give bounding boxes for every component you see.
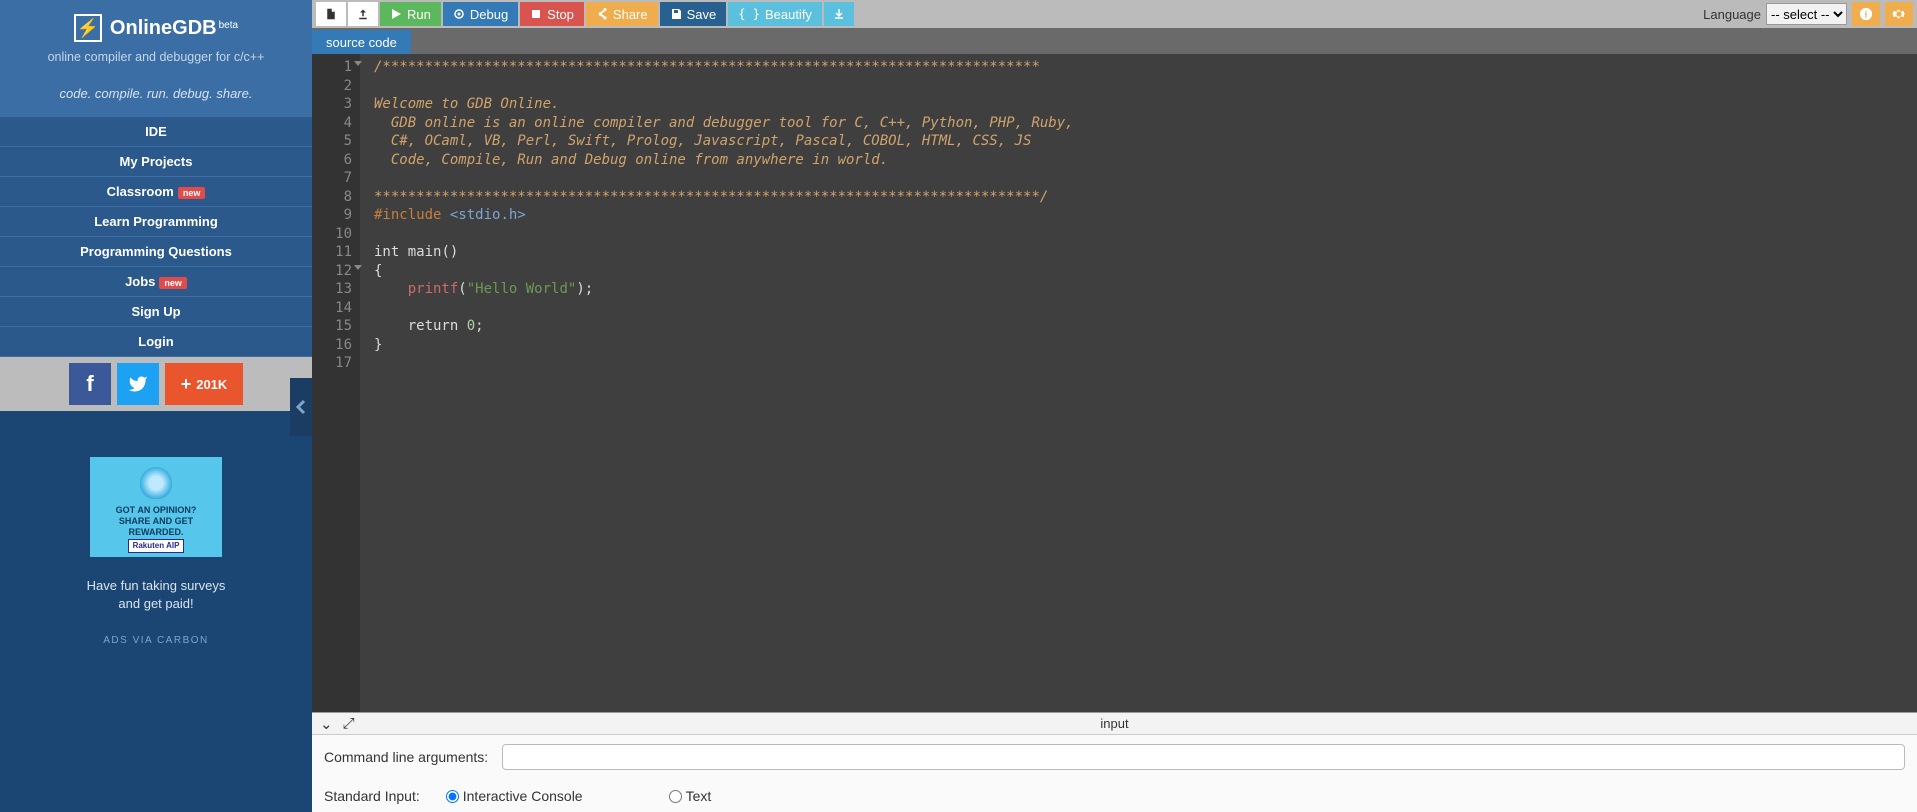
brand-row: ⚡ OnlineGDBbeta [0, 0, 312, 48]
cmdline-input[interactable] [502, 744, 1905, 770]
stdin-label: Standard Input: [324, 788, 420, 804]
main-area: Run Debug Stop Share Save { }Beautify [312, 0, 1917, 812]
brand-tagline: code. compile. run. debug. share. [0, 74, 312, 117]
input-panel-header: ⌄ ⤢ input [312, 713, 1917, 735]
panel-collapse-icon[interactable]: ⌄ [320, 715, 333, 733]
editor-gutter: 1234567891011121314151617 [312, 54, 360, 712]
code-editor[interactable]: 1234567891011121314151617 /*************… [312, 54, 1917, 712]
social-row: f +201K [0, 357, 312, 411]
sidebar-item-signup[interactable]: Sign Up [0, 297, 312, 327]
code-area[interactable]: /***************************************… [360, 54, 1917, 712]
stdin-text-radio[interactable] [669, 790, 682, 803]
editor-tabbar: source code [312, 28, 1917, 54]
language-label: Language [1703, 7, 1761, 22]
new-file-button[interactable] [316, 2, 346, 26]
language-selector: Language -- select -- [1703, 3, 1847, 25]
save-button[interactable]: Save [660, 2, 727, 26]
run-button[interactable]: Run [380, 2, 441, 26]
sidebar-item-myprojects[interactable]: My Projects [0, 147, 312, 177]
logo-icon: ⚡ [74, 14, 102, 42]
ad-brand: Rakuten AIP [128, 539, 185, 553]
carbon-ad[interactable]: GOT AN OPINION? SHARE AND GET REWARDED. … [90, 457, 222, 557]
facebook-button[interactable]: f [69, 363, 111, 405]
lightbulb-icon [140, 467, 172, 499]
twitter-button[interactable] [117, 363, 159, 405]
toolbar: Run Debug Stop Share Save { }Beautify [312, 0, 1917, 28]
cmdline-label: Command line arguments: [324, 749, 488, 765]
beautify-button[interactable]: { }Beautify [728, 2, 822, 26]
sidebar: ⚡ OnlineGDBbeta online compiler and debu… [0, 0, 312, 812]
svg-text:i: i [1865, 10, 1867, 20]
stdin-interactive-option[interactable]: Interactive Console [446, 788, 583, 804]
ad-subheadline: SHARE AND GET REWARDED. [94, 516, 218, 538]
sidebar-item-questions[interactable]: Programming Questions [0, 237, 312, 267]
side-nav: IDE My Projects Classroomnew Learn Progr… [0, 117, 312, 357]
brand-name: OnlineGDBbeta [110, 17, 238, 40]
sidebar-item-jobs[interactable]: Jobsnew [0, 267, 312, 297]
language-select[interactable]: -- select -- [1766, 3, 1847, 25]
sidebar-item-login[interactable]: Login [0, 327, 312, 357]
brand-subtitle: online compiler and debugger for c/c++ [0, 48, 312, 74]
collapse-sidebar-button[interactable] [290, 378, 312, 436]
stdin-interactive-radio[interactable] [446, 790, 459, 803]
input-panel-title: input [1100, 716, 1128, 731]
info-button[interactable]: i [1852, 2, 1880, 26]
cmdline-row: Command line arguments: [312, 735, 1917, 776]
tab-source-code[interactable]: source code [312, 30, 411, 54]
addthis-share-button[interactable]: +201K [165, 363, 243, 405]
upload-button[interactable] [348, 2, 378, 26]
carbon-attribution[interactable]: ADS VIA CARBON [0, 635, 312, 646]
ad-headline: GOT AN OPINION? [116, 505, 197, 516]
debug-button[interactable]: Debug [443, 2, 518, 26]
stdin-text-option[interactable]: Text [669, 788, 712, 804]
stop-button[interactable]: Stop [520, 2, 584, 26]
download-button[interactable] [824, 2, 854, 26]
sidebar-item-ide[interactable]: IDE [0, 117, 312, 147]
sidebar-item-classroom[interactable]: Classroomnew [0, 177, 312, 207]
input-panel: ⌄ ⤢ input Command line arguments: Standa… [312, 712, 1917, 812]
panel-expand-icon[interactable]: ⤢ [343, 715, 355, 733]
share-button[interactable]: Share [586, 2, 658, 26]
ad-caption[interactable]: Have fun taking surveys and get paid! [0, 577, 312, 613]
sidebar-item-learn[interactable]: Learn Programming [0, 207, 312, 237]
sidebar-ad-area: GOT AN OPINION? SHARE AND GET REWARDED. … [0, 411, 312, 812]
settings-button[interactable] [1885, 2, 1913, 26]
stdin-row: Standard Input: Interactive Console Text [312, 776, 1917, 812]
